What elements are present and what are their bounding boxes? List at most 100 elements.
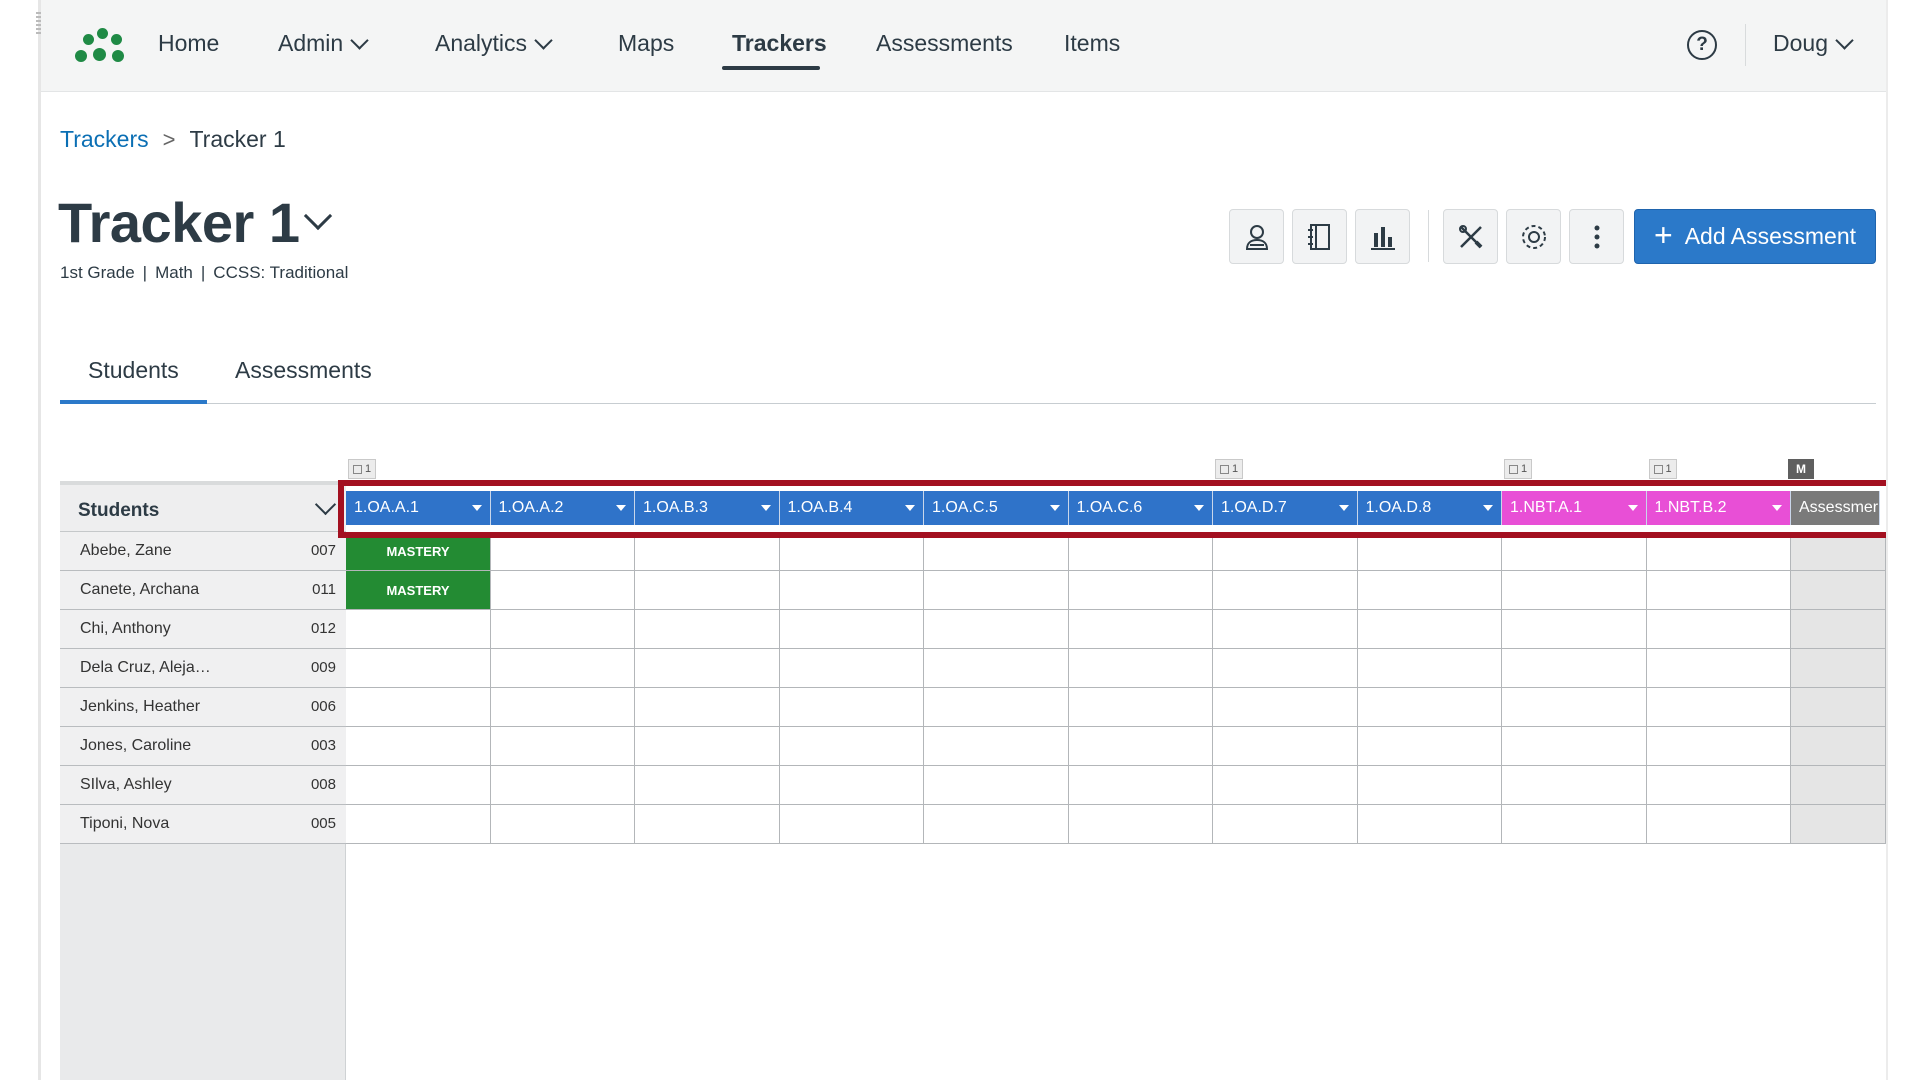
grid-cell[interactable] (490, 688, 635, 727)
grid-cell[interactable] (1068, 649, 1213, 688)
notebook-button[interactable] (1292, 209, 1347, 264)
grid-cell[interactable] (1357, 649, 1502, 688)
grid-cell[interactable] (1213, 571, 1358, 610)
grid-cell[interactable] (1502, 727, 1647, 766)
grid-cell[interactable] (346, 727, 491, 766)
add-assessment-button[interactable]: + Add Assessment (1634, 209, 1876, 264)
grid-cell[interactable] (490, 727, 635, 766)
reports-button[interactable] (1355, 209, 1410, 264)
grid-cell[interactable] (346, 610, 491, 649)
student-row[interactable]: Jones, Caroline 003 (60, 727, 346, 766)
grid-cell[interactable] (1357, 571, 1502, 610)
tools-button[interactable] (1443, 209, 1498, 264)
grid-cell[interactable] (490, 805, 635, 844)
grid-cell[interactable] (346, 766, 491, 805)
grid-cell[interactable] (635, 610, 780, 649)
tab-assessments[interactable]: Assessments (235, 357, 372, 384)
grid-cell[interactable] (1213, 649, 1358, 688)
grid-cell[interactable] (635, 805, 780, 844)
grid-cell[interactable] (1791, 649, 1886, 688)
grid-cell[interactable] (1502, 610, 1647, 649)
grid-cell[interactable] (924, 649, 1069, 688)
tab-students[interactable]: Students (88, 357, 179, 384)
grid-cell[interactable] (779, 688, 924, 727)
grid-cell[interactable] (1068, 571, 1213, 610)
grid-cell[interactable] (1646, 610, 1791, 649)
grid-cell[interactable] (346, 688, 491, 727)
nav-assessments[interactable]: Assessments (876, 30, 1013, 57)
nav-items[interactable]: Items (1064, 30, 1120, 57)
grid-cell[interactable] (635, 727, 780, 766)
grid-cell[interactable] (1357, 727, 1502, 766)
student-view-button[interactable] (1229, 209, 1284, 264)
help-icon[interactable]: ? (1687, 30, 1717, 60)
nav-analytics[interactable]: Analytics (435, 30, 553, 57)
nav-home[interactable]: Home (158, 30, 219, 57)
grid-cell[interactable] (1068, 610, 1213, 649)
nav-trackers[interactable]: Trackers (732, 30, 827, 57)
grid-cell[interactable] (490, 766, 635, 805)
grid-cell[interactable] (1502, 571, 1647, 610)
grid-cell[interactable] (346, 649, 491, 688)
grid-cell[interactable] (1646, 766, 1791, 805)
grid-cell[interactable] (635, 766, 780, 805)
grid-cell[interactable] (779, 610, 924, 649)
grid-cell[interactable] (1357, 766, 1502, 805)
student-row[interactable]: Abebe, Zane 007 (60, 532, 346, 571)
grid-cell[interactable] (924, 727, 1069, 766)
grid-cell[interactable] (924, 610, 1069, 649)
grid-cell[interactable] (779, 805, 924, 844)
grid-cell[interactable] (1502, 805, 1647, 844)
app-logo-icon[interactable] (75, 28, 131, 64)
grid-cell[interactable] (1213, 805, 1358, 844)
grid-cell[interactable] (1791, 610, 1886, 649)
grid-cell[interactable] (490, 610, 635, 649)
grid-cell[interactable] (1791, 805, 1886, 844)
grid-cell[interactable] (924, 688, 1069, 727)
grid-cell[interactable] (779, 727, 924, 766)
grid-cell[interactable] (1213, 727, 1358, 766)
grid-cell[interactable] (1791, 727, 1886, 766)
grid-cell[interactable] (346, 805, 491, 844)
student-row[interactable]: Canete, Archana 011 (60, 571, 346, 610)
grid-cell[interactable] (1646, 649, 1791, 688)
grid-cell[interactable] (1357, 610, 1502, 649)
students-column-header[interactable]: Students (60, 481, 346, 532)
grid-cell[interactable] (1068, 727, 1213, 766)
grid-cell[interactable] (1646, 805, 1791, 844)
grid-cell[interactable] (635, 649, 780, 688)
grid-cell[interactable] (779, 571, 924, 610)
grid-cell[interactable] (924, 571, 1069, 610)
grid-cell[interactable] (1357, 805, 1502, 844)
grid-cell[interactable] (1791, 571, 1886, 610)
grid-cell[interactable] (1646, 688, 1791, 727)
grid-cell[interactable] (1213, 610, 1358, 649)
grid-cell[interactable] (1357, 688, 1502, 727)
grid-cell[interactable] (1502, 649, 1647, 688)
more-options-button[interactable] (1569, 209, 1624, 264)
grid-cell[interactable] (1502, 688, 1647, 727)
breadcrumb-trackers-link[interactable]: Trackers (60, 126, 149, 153)
settings-button[interactable] (1506, 209, 1561, 264)
user-menu[interactable]: Doug (1773, 30, 1854, 57)
chevron-down-icon[interactable] (314, 493, 337, 516)
grid-cell[interactable] (1646, 727, 1791, 766)
grid-cell[interactable] (1791, 766, 1886, 805)
tracker-switcher-chevron-icon[interactable] (303, 201, 333, 231)
student-row[interactable]: SIlva, Ashley 008 (60, 766, 346, 805)
grid-cell[interactable] (1791, 688, 1886, 727)
student-row[interactable]: Chi, Anthony 012 (60, 610, 346, 649)
grid-cell[interactable] (1213, 766, 1358, 805)
mastery-score[interactable]: MASTERY (346, 571, 490, 609)
nav-maps[interactable]: Maps (618, 30, 674, 57)
grid-cell[interactable] (635, 571, 780, 610)
student-row[interactable]: Jenkins, Heather 006 (60, 688, 346, 727)
grid-cell[interactable] (490, 571, 635, 610)
grid-cell[interactable] (1068, 805, 1213, 844)
student-row[interactable]: Dela Cruz, Aleja… 009 (60, 649, 346, 688)
grid-cell[interactable] (1646, 571, 1791, 610)
student-row[interactable]: Tiponi, Nova 005 (60, 805, 346, 844)
grid-cell[interactable] (490, 649, 635, 688)
nav-admin[interactable]: Admin (278, 30, 369, 57)
grid-cell[interactable] (1502, 766, 1647, 805)
